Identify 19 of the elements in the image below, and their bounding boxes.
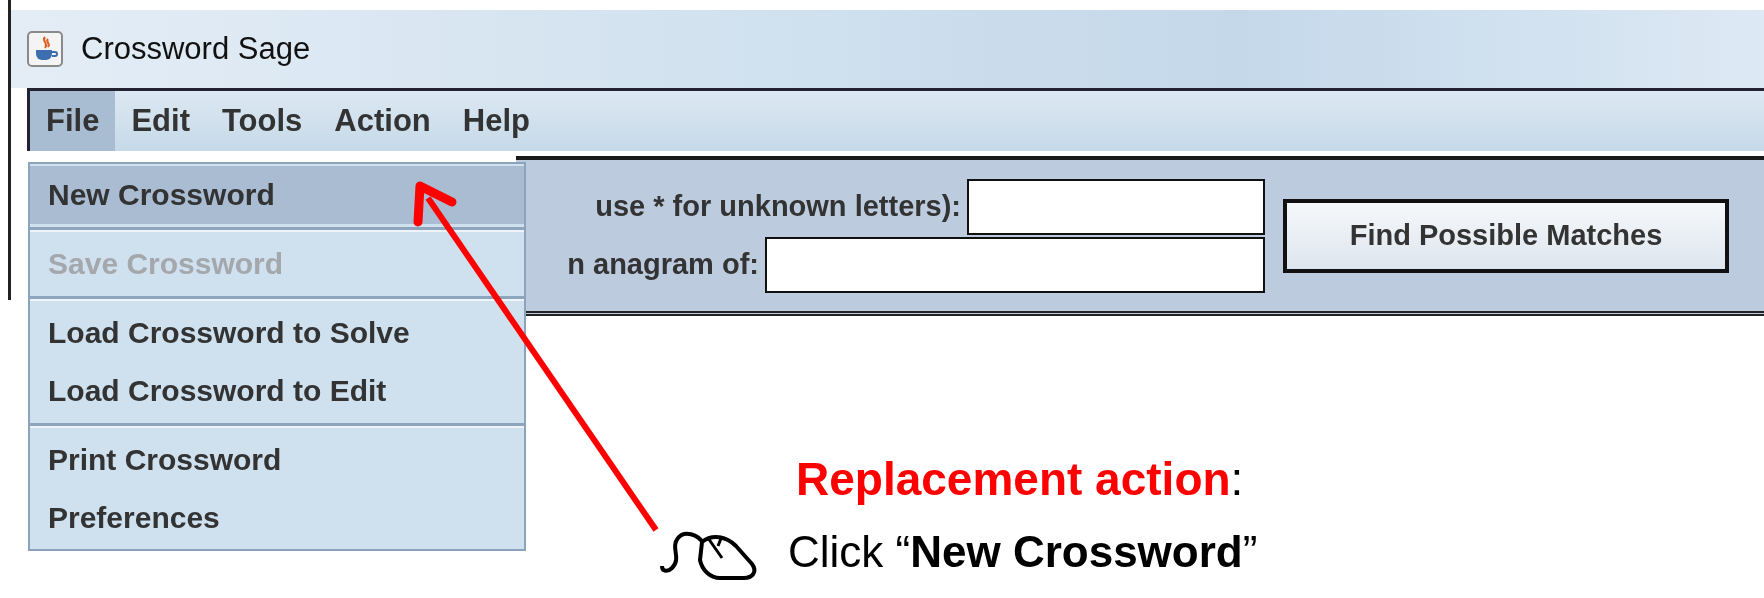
- annotation-heading: Replacement action:: [796, 452, 1245, 506]
- menu-item[interactable]: Action: [318, 91, 447, 151]
- input-field[interactable]: [967, 178, 1265, 235]
- menu-item[interactable]: Help: [446, 91, 546, 151]
- window-title: Crossword Sage: [81, 31, 311, 67]
- find-button[interactable]: Find Possible Matches: [1283, 198, 1729, 273]
- coffee-cup-icon: [27, 31, 63, 67]
- menu-item[interactable]: Load Crossword to Edit: [30, 362, 524, 420]
- menu-item[interactable]: Load Crossword to Solve: [30, 304, 524, 362]
- menu-item[interactable]: Edit: [115, 91, 206, 151]
- menu-item[interactable]: File: [30, 91, 116, 151]
- field-label: n anagram of:: [567, 248, 759, 281]
- annotation-instruction: Click “New Crossword”: [788, 527, 1258, 577]
- menu-item[interactable]: Tools: [205, 91, 319, 151]
- menu-item[interactable]: Print Crossword: [30, 431, 524, 489]
- field-label: use * for unknown letters):: [595, 190, 961, 223]
- menu-item[interactable]: New Crossword: [30, 166, 524, 224]
- menu-item[interactable]: Preferences: [30, 489, 524, 547]
- input-field[interactable]: [765, 236, 1265, 293]
